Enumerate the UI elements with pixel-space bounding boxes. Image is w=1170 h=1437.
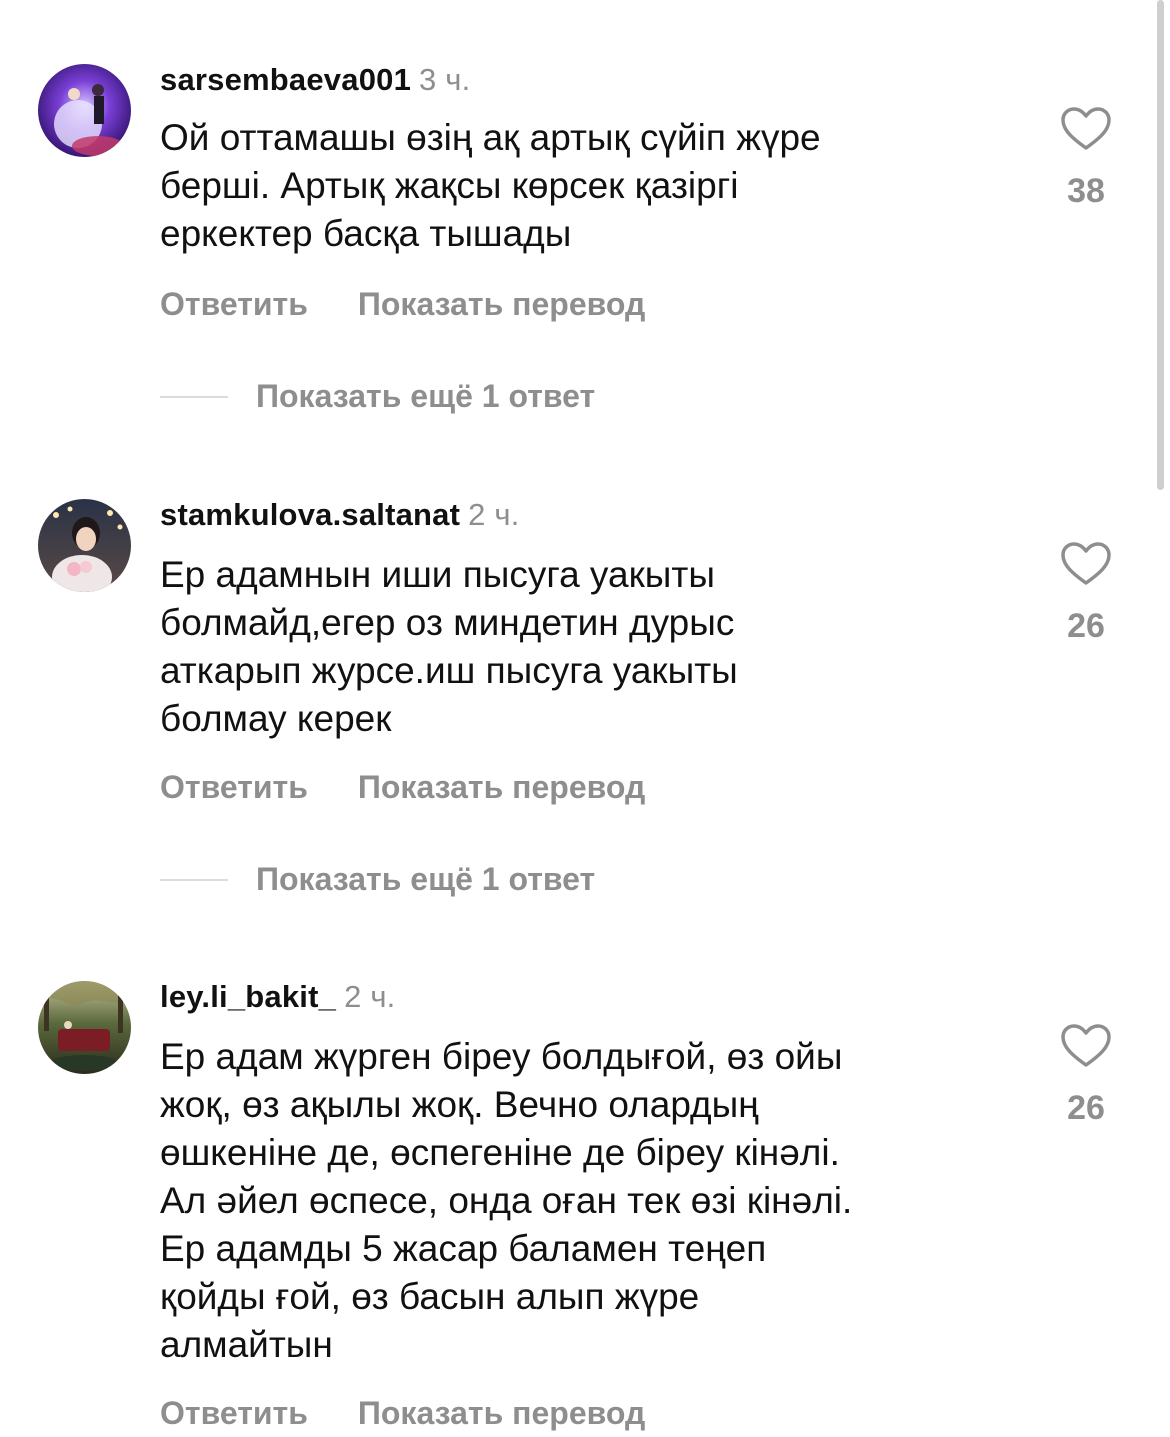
show-more-replies[interactable]: Показать ещё 1 ответ	[160, 861, 595, 898]
heart-outline-icon[interactable]	[1060, 106, 1112, 152]
comment-time: 3 ч.	[419, 62, 471, 97]
avatar[interactable]	[38, 499, 131, 592]
comment-text-line: Ал әйел өспесе, онда оған тек өзі кінәлі…	[160, 1180, 853, 1221]
comment-time: 2 ч.	[344, 979, 396, 1014]
reply-button[interactable]: Ответить	[160, 769, 308, 805]
show-more-replies[interactable]: Показать ещё 1 ответ	[160, 378, 595, 415]
comment-text-line: болмайд,егер оз миндетин дурыс	[160, 602, 735, 643]
like-count: 38	[1067, 172, 1105, 210]
show-more-replies-label[interactable]: Показать ещё 1 ответ	[256, 861, 595, 897]
comment-text: Ер адамнын иши пысуга уакыты болмайд,еге…	[160, 551, 1020, 743]
like-button[interactable]: 26	[1058, 1023, 1114, 1128]
comment-text: Ер адам жүрген біреу болдығой, өз ойы жо…	[160, 1033, 1020, 1369]
comment-text-line: болмау керек	[160, 698, 392, 739]
comment-text-line: еркектер басқа тышады	[160, 213, 572, 254]
username-text[interactable]: sarsembaeva001	[160, 62, 411, 97]
comment-actions: Ответить Показать перевод	[160, 286, 645, 323]
comment-text-line: берші. Артық жақсы көрсек қазіргі	[160, 165, 739, 206]
comment-text-line: алмайтын	[160, 1324, 333, 1365]
comment-username[interactable]: ley.li_bakit_ 2 ч.	[160, 979, 396, 1015]
comment-text-line: жоқ, өз ақылы жоқ. Вечно олардың	[160, 1084, 759, 1125]
replies-divider	[160, 395, 228, 398]
show-translation-button[interactable]: Показать перевод	[358, 769, 645, 805]
avatar[interactable]	[38, 981, 131, 1074]
heart-outline-icon[interactable]	[1060, 541, 1112, 587]
comment-actions: Ответить Показать перевод	[160, 1395, 645, 1432]
like-button[interactable]: 26	[1058, 541, 1114, 646]
reply-button[interactable]: Ответить	[160, 1395, 308, 1431]
show-translation-button[interactable]: Показать перевод	[358, 1395, 645, 1431]
heart-outline-icon[interactable]	[1060, 1023, 1112, 1069]
reply-button[interactable]: Ответить	[160, 286, 308, 322]
comment-text: Ой оттамашы өзің ақ артық сүйіп жүре бер…	[160, 114, 1020, 258]
comment-text-line: Ер адамнын иши пысуга уакыты	[160, 554, 715, 595]
avatar[interactable]	[38, 64, 131, 157]
comment-text-line: Ер адамды 5 жасар баламен теңеп	[160, 1228, 767, 1269]
comment-username[interactable]: sarsembaeva001 3 ч.	[160, 62, 470, 98]
replies-divider	[160, 878, 228, 881]
comment-text-line: аткарып журсе.иш пысуга уакыты	[160, 650, 738, 691]
show-more-replies-label[interactable]: Показать ещё 1 ответ	[256, 378, 595, 414]
username-text[interactable]: stamkulova.saltanat	[160, 497, 460, 532]
username-text[interactable]: ley.li_bakit_	[160, 979, 336, 1014]
comment-time: 2 ч.	[468, 497, 520, 532]
comment-text-line: Ер адам жүрген біреу болдығой, өз ойы	[160, 1036, 843, 1077]
comment-text-line: Ой оттамашы өзің ақ артық сүйіп жүре	[160, 117, 821, 158]
comment-text-line: қойды ғой, өз басын алып жүре	[160, 1276, 700, 1317]
like-count: 26	[1067, 1089, 1105, 1127]
comment-actions: Ответить Показать перевод	[160, 769, 645, 806]
like-button[interactable]: 38	[1058, 106, 1114, 211]
like-count: 26	[1067, 607, 1105, 645]
comment-username[interactable]: stamkulova.saltanat 2 ч.	[160, 497, 520, 533]
show-translation-button[interactable]: Показать перевод	[358, 286, 645, 322]
comment-text-line: өшкеніне де, өспегеніне де біреу кінәлі.	[160, 1132, 840, 1173]
scrollbar[interactable]	[1157, 0, 1164, 490]
